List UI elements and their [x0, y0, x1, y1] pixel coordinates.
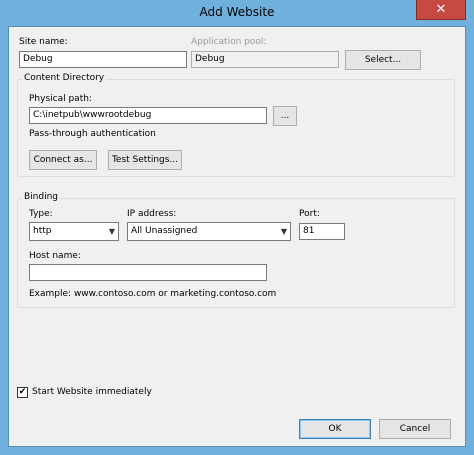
- type-label: Type:: [29, 209, 53, 219]
- ok-button[interactable]: OK: [299, 419, 371, 439]
- site-name-label: Site name:: [19, 37, 68, 47]
- host-name-input[interactable]: [29, 264, 267, 281]
- host-name-label: Host name:: [29, 251, 81, 261]
- checkmark-icon: ✔: [18, 387, 27, 397]
- add-website-dialog: Add Website ✕ Site name: Debug Applicati…: [0, 0, 474, 455]
- chevron-down-icon: ▼: [280, 227, 287, 236]
- site-name-input[interactable]: Debug: [19, 51, 187, 68]
- ip-address-dropdown[interactable]: All Unassigned ▼: [127, 222, 291, 241]
- title-bar[interactable]: Add Website ✕: [0, 0, 474, 26]
- content-directory-title: Content Directory: [22, 73, 107, 83]
- select-app-pool-button[interactable]: Select...: [345, 50, 421, 70]
- chevron-down-icon: ▼: [108, 227, 115, 236]
- start-website-checkbox[interactable]: ✔: [17, 387, 28, 398]
- physical-path-input[interactable]: C:\inetpub\wwwrootdebug: [29, 107, 267, 124]
- dialog-client-area: Site name: Debug Application pool: Debug…: [8, 26, 466, 447]
- connect-as-button[interactable]: Connect as...: [29, 150, 97, 170]
- binding-title: Binding: [22, 192, 61, 202]
- host-name-example: Example: www.contoso.com or marketing.co…: [29, 289, 277, 299]
- port-input[interactable]: 81: [299, 223, 345, 240]
- start-website-label[interactable]: Start Website immediately: [32, 387, 152, 397]
- browse-path-button[interactable]: ...: [273, 106, 297, 126]
- ip-address-selected-value: All Unassigned: [131, 226, 198, 236]
- application-pool-field: Debug: [191, 51, 339, 68]
- type-dropdown[interactable]: http ▼: [29, 222, 119, 241]
- ip-address-label: IP address:: [127, 209, 177, 219]
- type-selected-value: http: [33, 226, 52, 236]
- physical-path-label: Physical path:: [29, 94, 92, 104]
- application-pool-label: Application pool:: [191, 37, 267, 47]
- close-button[interactable]: ✕: [416, 0, 466, 20]
- passthrough-auth-label: Pass-through authentication: [29, 129, 156, 139]
- window-title: Add Website: [199, 5, 275, 19]
- test-settings-button[interactable]: Test Settings...: [108, 150, 182, 170]
- cancel-button[interactable]: Cancel: [379, 419, 451, 439]
- close-icon: ✕: [435, 2, 447, 17]
- port-label: Port:: [299, 209, 320, 219]
